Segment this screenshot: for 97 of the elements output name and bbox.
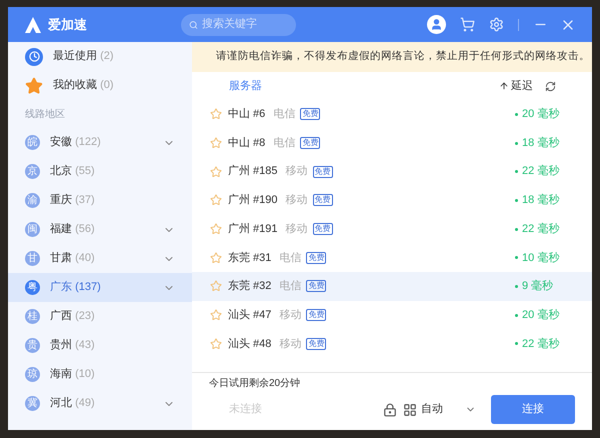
free-tag: 免费 [306, 338, 326, 350]
isp-label: 电信 [273, 136, 296, 151]
region-item[interactable]: 冀 河北 (49) [8, 389, 192, 418]
isp-label: 移动 [286, 193, 308, 208]
region-badge: 贵 [25, 338, 40, 353]
free-tag: 免费 [312, 166, 333, 178]
server-name: 中山 #8 [228, 136, 266, 151]
sidebar-item[interactable]: 最近使用 (2) [8, 42, 192, 71]
sidebar-item[interactable]: 我的收藏 (0) [8, 71, 192, 100]
isp-label: 电信 [279, 279, 302, 294]
app-name: 爱加速 [48, 16, 87, 34]
server-row[interactable]: 中山 #6 电信 免费 20 毫秒 [192, 100, 592, 129]
section-label: 线路地区 [25, 108, 65, 122]
server-name: 汕头 #48 [228, 336, 272, 352]
avatar-icon[interactable] [427, 15, 446, 34]
server-name: 东莞 #31 [228, 250, 272, 266]
connect-button[interactable]: 连接 [491, 395, 575, 424]
isp-label: 移动 [279, 308, 302, 323]
isp-label: 电信 [279, 250, 302, 266]
server-row[interactable]: 东莞 #32 电信 免费 9 毫秒 [192, 272, 592, 301]
server-row[interactable]: 汕头 #47 移动 免费 20 毫秒 [192, 300, 592, 330]
free-tag: 免费 [300, 108, 320, 120]
region-item[interactable]: 琼 海南 (10) [8, 360, 192, 389]
server-name: 广州 #191 [228, 222, 278, 237]
latency-text: 22 毫秒 [522, 222, 560, 237]
search-icon [189, 18, 198, 30]
region-item[interactable]: 甘 甘肃 (40) [8, 244, 192, 273]
isp-label: 移动 [279, 336, 302, 352]
region-item[interactable]: 贵 贵州 (43) [8, 331, 192, 360]
free-tag: 免费 [312, 194, 333, 206]
grid-icon [403, 402, 417, 416]
server-name: 广州 #190 [228, 192, 278, 208]
clock-icon [25, 48, 43, 66]
region-badge: 闽 [25, 222, 40, 237]
region-item[interactable]: 闽 福建 (56) [8, 215, 192, 244]
region-item[interactable]: 京 北京 (55) [8, 157, 192, 186]
region-badge: 粤 [25, 280, 40, 295]
search-input[interactable]: 搜索关键字 [202, 16, 288, 33]
latency-text: 18 毫秒 [522, 192, 560, 208]
isp-label: 移动 [286, 222, 308, 237]
logo-icon [24, 16, 42, 34]
server-row[interactable]: 东莞 #31 电信 免费 10 毫秒 [192, 243, 592, 272]
region-item[interactable]: 桂 广西 (23) [8, 302, 192, 331]
refresh-icon[interactable] [545, 80, 556, 92]
server-row[interactable]: 中山 #8 电信 免费 18 毫秒 [192, 128, 592, 158]
latency-text: 20 毫秒 [522, 106, 560, 122]
server-row[interactable]: 广州 #191 移动 免费 22 毫秒 [192, 214, 592, 244]
region-badge: 渝 [25, 193, 40, 208]
column-header[interactable]: 服务器 [229, 78, 262, 94]
latency-text: 22 毫秒 [522, 164, 560, 180]
star-icon[interactable] [210, 309, 222, 322]
region-badge: 皖 [25, 135, 40, 150]
server-row[interactable]: 广州 #190 移动 免费 18 毫秒 [192, 186, 592, 215]
region-badge: 琼 [25, 367, 40, 382]
server-name: 广州 #185 [228, 164, 278, 180]
star-icon[interactable] [210, 338, 222, 350]
star-icon[interactable] [210, 137, 222, 150]
region-badge: 甘 [25, 251, 40, 266]
search-field[interactable]: 搜索关键字 [181, 14, 296, 36]
server-name: 汕头 #47 [228, 308, 272, 323]
star-icon[interactable] [210, 194, 222, 206]
server-name: 东莞 #32 [228, 278, 272, 294]
latency-text: 10 毫秒 [522, 250, 560, 266]
free-tag: 免费 [312, 223, 333, 236]
server-row[interactable]: 汕头 #48 移动 免费 22 毫秒 [192, 330, 592, 358]
settings-icon[interactable] [489, 17, 504, 32]
region-badge: 京 [25, 164, 40, 179]
star-icon[interactable] [210, 108, 222, 120]
latency-text: 9 毫秒 [522, 278, 554, 294]
star-icon[interactable] [210, 223, 222, 236]
star-icon[interactable] [210, 280, 222, 292]
latency-text: 18 毫秒 [522, 136, 560, 151]
free-tag: 免费 [306, 252, 326, 264]
server-name: 中山 #6 [228, 107, 266, 122]
lock-icon[interactable] [383, 402, 397, 416]
isp-label: 移动 [286, 164, 308, 180]
free-tag: 免费 [306, 280, 326, 292]
latency-text: 22 毫秒 [522, 336, 560, 352]
star-icon[interactable] [210, 166, 222, 178]
latency-text: 20 毫秒 [522, 308, 560, 323]
mode-select[interactable]: 自动 [421, 401, 476, 418]
region-item[interactable]: 皖 安徽 (122) [8, 128, 192, 157]
notice-text: 请谨防电信诈骗，不得发布虚假的网络言论，禁止用于任何形式的网络攻击。 [216, 49, 590, 64]
server-row[interactable]: 广州 #185 移动 免费 22 毫秒 [192, 157, 592, 186]
column-header[interactable]: 延迟 [511, 78, 533, 94]
cart-icon[interactable] [460, 17, 475, 32]
free-tag: 免费 [306, 309, 326, 322]
region-badge: 桂 [25, 309, 40, 324]
star-icon [25, 76, 43, 94]
free-tag: 免费 [300, 137, 320, 150]
star-icon[interactable] [210, 252, 222, 264]
region-badge: 冀 [25, 396, 40, 411]
trial-text: 今日试用剩余20分钟 [209, 377, 300, 391]
sort-arrow-icon[interactable] [499, 81, 509, 91]
isp-label: 电信 [273, 107, 296, 122]
region-item[interactable]: 粤 广东 (137) [8, 273, 192, 302]
region-item[interactable]: 渝 重庆 (37) [8, 186, 192, 215]
